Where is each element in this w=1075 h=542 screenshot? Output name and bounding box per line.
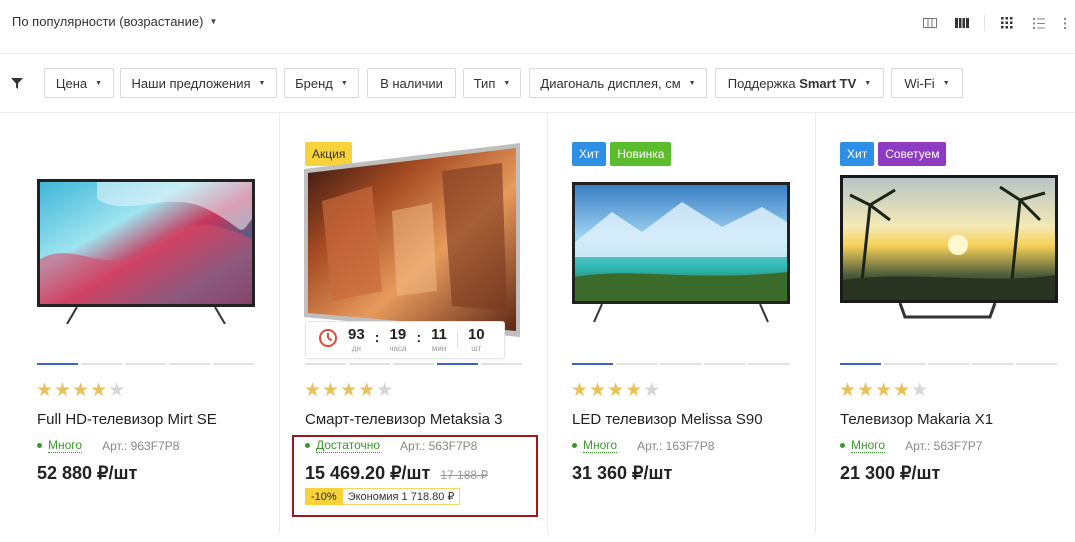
promo-countdown: 93 дн : 19 часа : 11 мин 10 шт bbox=[305, 321, 505, 359]
clock-icon bbox=[318, 328, 338, 353]
filter-price-button[interactable]: Цена ▼ bbox=[44, 68, 114, 98]
badge-hit: Хит bbox=[840, 142, 875, 166]
product-title[interactable]: Телевизор Makaria X1 bbox=[840, 411, 993, 428]
filter-brand-button[interactable]: Бренд ▼ bbox=[284, 68, 359, 98]
divider bbox=[984, 15, 985, 31]
badge-recommend: Советуем bbox=[878, 142, 947, 166]
stock-status[interactable]: Много bbox=[48, 438, 83, 453]
product-card[interactable]: Хит Советуем ★★★★★ Телевизор Makaria X1 … bbox=[816, 113, 1075, 533]
product-title[interactable]: Full HD-телевизор Mirt SE bbox=[37, 411, 217, 428]
rating-stars: ★★★★★ bbox=[36, 380, 127, 401]
article-number: Арт.: 563F7P7 bbox=[905, 438, 983, 453]
rating-stars: ★★★★★ bbox=[571, 380, 662, 401]
filter-smart-tv-button[interactable]: Поддержка Smart TV ▼ bbox=[715, 68, 884, 98]
article-number: Арт.: 163F7P8 bbox=[637, 438, 715, 453]
view-grid-icon[interactable] bbox=[991, 14, 1023, 32]
product-image[interactable] bbox=[572, 182, 790, 329]
filter-in-stock-button[interactable]: В наличии bbox=[367, 68, 456, 98]
product-price: 21 300 ₽/шт bbox=[840, 463, 941, 483]
filter-diagonal-button[interactable]: Диагональ дисплея, см ▼ bbox=[529, 68, 707, 98]
stock-status[interactable]: Много bbox=[583, 438, 618, 453]
product-image[interactable] bbox=[302, 141, 522, 342]
view-list-wide-icon[interactable] bbox=[914, 14, 946, 32]
filter-wifi-button[interactable]: Wi-Fi ▼ bbox=[891, 68, 963, 98]
view-list-compact-icon[interactable] bbox=[1055, 14, 1075, 32]
chevron-down-icon: ▼ bbox=[942, 79, 950, 87]
chevron-down-icon: ▼ bbox=[258, 79, 266, 87]
chevron-down-icon: ▼ bbox=[95, 79, 103, 87]
view-list-icon[interactable] bbox=[1023, 14, 1055, 32]
toolbar: По популярности (возрастание) ▼ bbox=[0, 0, 1075, 48]
product-price: 52 880 ₽/шт bbox=[37, 463, 138, 483]
badge-group: Хит Советуем bbox=[840, 142, 947, 166]
rating-stars: ★★★★★ bbox=[839, 380, 930, 401]
availability: Много Арт.: 163F7P8 bbox=[572, 438, 714, 453]
chevron-down-icon: ▼ bbox=[864, 79, 872, 87]
badge-new: Новинка bbox=[610, 142, 672, 166]
product-image[interactable] bbox=[37, 179, 255, 329]
badge-group: Хит Новинка bbox=[572, 142, 672, 166]
chevron-down-icon: ▼ bbox=[340, 79, 348, 87]
product-image[interactable] bbox=[840, 175, 1058, 330]
view-switcher bbox=[914, 14, 1075, 32]
rating-stars: ★★★★★ bbox=[304, 380, 395, 401]
chevron-down-icon: ▼ bbox=[503, 79, 511, 87]
badge-hit: Хит bbox=[572, 142, 607, 166]
product-card[interactable]: ★★★★★ Full HD-телевизор Mirt SE Много Ар… bbox=[12, 113, 280, 533]
stock-status[interactable]: Много bbox=[851, 438, 886, 453]
filter-type-button[interactable]: Тип ▼ bbox=[463, 68, 521, 98]
filter-funnel-icon[interactable] bbox=[11, 76, 23, 94]
sort-label: По популярности (возрастание) bbox=[12, 14, 204, 29]
product-title[interactable]: Смарт-телевизор Metaksia 3 bbox=[305, 411, 502, 428]
view-grid-dense-icon[interactable] bbox=[946, 14, 978, 32]
availability: Много Арт.: 563F7P7 bbox=[840, 438, 982, 453]
price-highlight-frame bbox=[292, 435, 538, 517]
image-pager[interactable] bbox=[305, 363, 523, 365]
filter-offers-button[interactable]: Наши предложения ▼ bbox=[120, 68, 277, 98]
divider bbox=[0, 53, 1075, 54]
article-number: Арт.: 963F7P8 bbox=[102, 438, 180, 453]
image-pager[interactable] bbox=[840, 363, 1058, 365]
filter-bar: Цена ▼ Наши предложения ▼ Бренд ▼ В наличии… bbox=[0, 68, 1075, 98]
product-title[interactable]: LED телевизор Melissa S90 bbox=[572, 411, 763, 428]
image-pager[interactable] bbox=[572, 363, 790, 365]
image-pager[interactable] bbox=[37, 363, 255, 365]
chevron-down-icon: ▼ bbox=[688, 79, 696, 87]
product-card[interactable]: Хит Новинка ★★★★★ LED телевизор Melissa … bbox=[548, 113, 816, 533]
sort-dropdown[interactable]: По популярности (возрастание) ▼ bbox=[12, 14, 217, 29]
product-price: 31 360 ₽/шт bbox=[572, 463, 673, 483]
chevron-down-icon: ▼ bbox=[209, 17, 218, 26]
availability: Много Арт.: 963F7P8 bbox=[37, 438, 179, 453]
